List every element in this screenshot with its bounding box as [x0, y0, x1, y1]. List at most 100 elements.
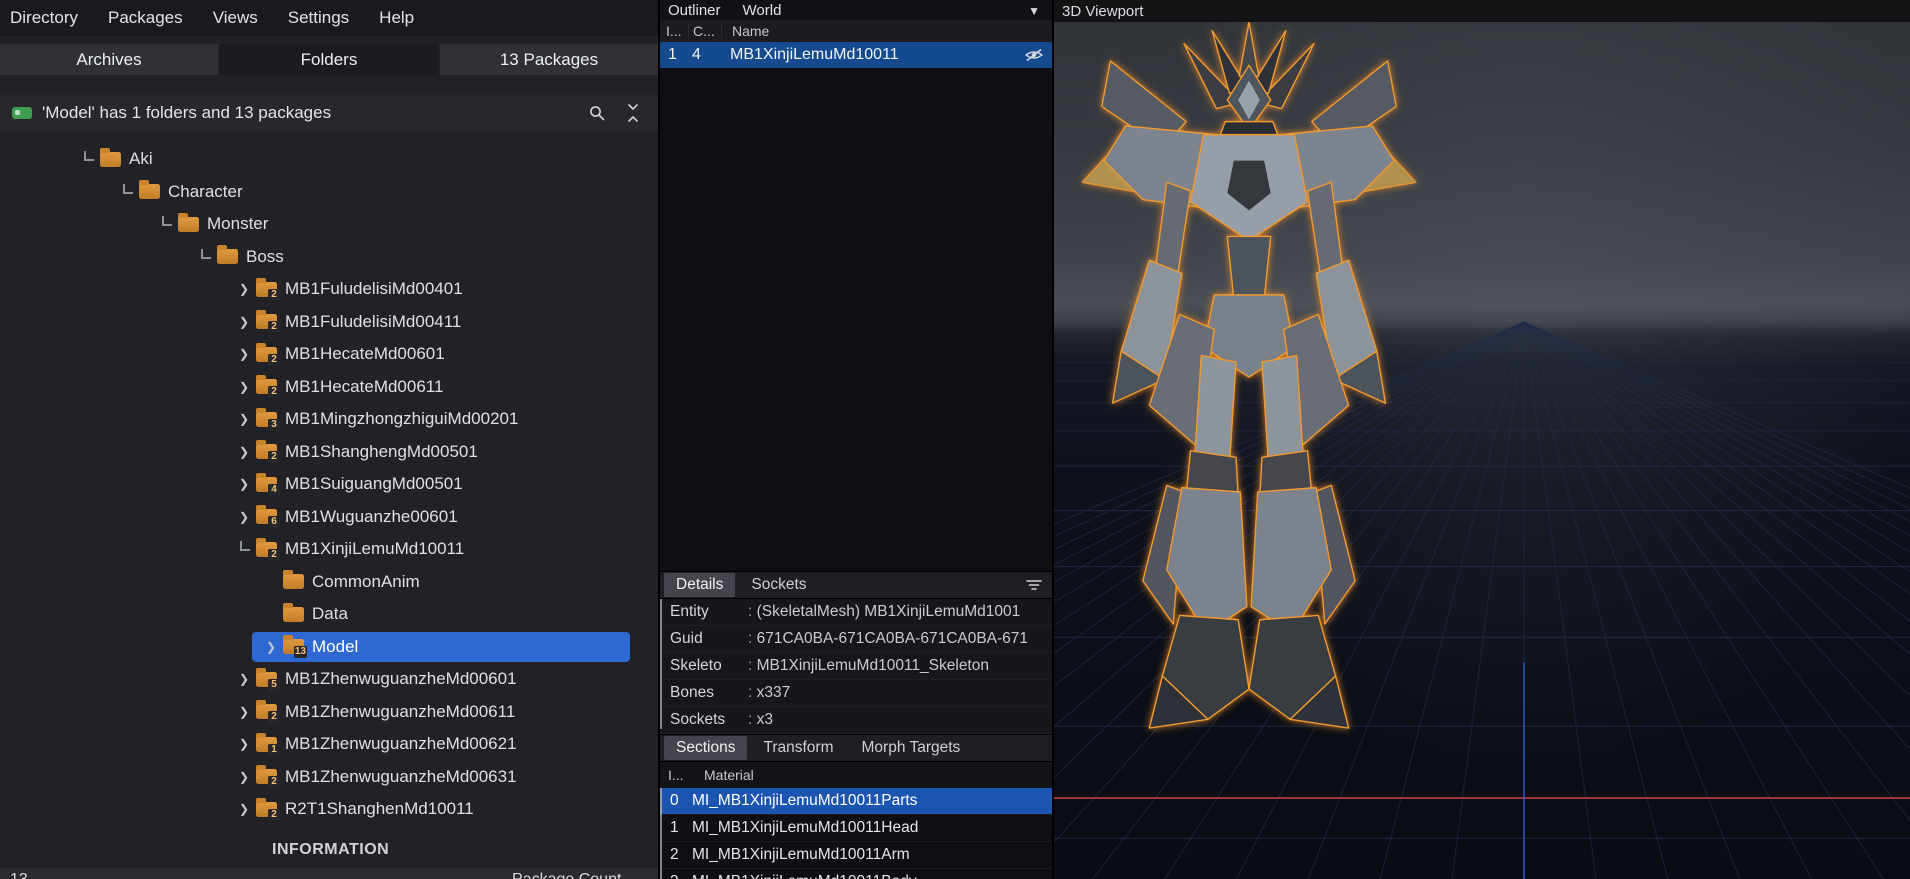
- package-count-label: Package Count: [512, 871, 621, 879]
- folder-icon: [283, 602, 304, 622]
- file-tree-panel: Directory Packages Views Settings Help A…: [0, 0, 660, 879]
- menu-packages[interactable]: Packages: [108, 8, 183, 28]
- folder-icon: [100, 147, 121, 167]
- folder-icon: [139, 180, 160, 200]
- folder-icon: 2: [256, 440, 280, 464]
- tree-item-model-selected[interactable]: 13Model: [0, 631, 658, 664]
- search-icon[interactable]: [584, 100, 610, 126]
- chevron-right-icon: [234, 767, 254, 787]
- material-row-selected[interactable]: 0 MI_MB1XinjiLemuMd10011Parts: [660, 788, 1052, 815]
- chevron-right-icon: [261, 637, 281, 657]
- tree-item-package[interactable]: 2MB1HecateMd00611: [0, 371, 658, 404]
- chevron-right-icon: [234, 312, 254, 332]
- outliner-panel: Outliner World I... C... Name 1 4 MB1Xin…: [660, 0, 1054, 879]
- material-column-header: I... Material: [660, 762, 1052, 789]
- tab-sockets[interactable]: Sockets: [739, 573, 818, 597]
- details-tab-bar: Details Sockets: [660, 571, 1052, 599]
- folder-icon: 2: [256, 765, 280, 789]
- tree-item-aki[interactable]: Aki: [0, 143, 658, 176]
- tree-item-package[interactable]: 2MB1ShanghengMd00501: [0, 436, 658, 469]
- folder-icon: 5: [256, 667, 280, 691]
- folder-tree: Aki Character Monster Boss 2MB1Fuludelis…: [0, 143, 658, 826]
- tree-item-package[interactable]: 2R2T1ShanghenMd10011: [0, 793, 658, 826]
- menu-help[interactable]: Help: [379, 8, 414, 28]
- tab-packages[interactable]: 13 Packages: [440, 44, 658, 75]
- tree-item-package[interactable]: 2MB1ZhenwuguanzheMd00631: [0, 761, 658, 794]
- tab-archives[interactable]: Archives: [0, 44, 218, 75]
- folder-icon: 3: [256, 407, 280, 431]
- folder-icon: [283, 570, 304, 590]
- detail-field-skeleton: SkeletoMB1XinjiLemuMd10011_Skeleton: [660, 653, 1052, 680]
- viewport-title: 3D Viewport: [1062, 2, 1144, 20]
- folder-summary-bar: 'Model' has 1 folders and 13 packages: [0, 95, 658, 131]
- collapse-all-icon[interactable]: [620, 100, 646, 126]
- details-fields: Entity(SkeletalMesh) MB1XinjiLemuMd1001 …: [660, 599, 1052, 734]
- expanded-elbow-icon: [78, 149, 98, 169]
- viewport-panel: 3D Viewport: [1054, 0, 1910, 879]
- tree-item-package[interactable]: 6MB1Wuguanzhe00601: [0, 501, 658, 534]
- chevron-right-icon: [234, 409, 254, 429]
- tree-item-package[interactable]: 3MB1MingzhongzhiguiMd00201: [0, 403, 658, 436]
- chevron-down-icon[interactable]: [1028, 2, 1040, 19]
- tree-item-package[interactable]: 2MB1ZhenwuguanzheMd00611: [0, 696, 658, 729]
- tab-morph-targets[interactable]: Morph Targets: [850, 736, 973, 760]
- tree-item-package[interactable]: 2MB1FuludelisiMd00401: [0, 273, 658, 306]
- details-scrollbar[interactable]: [660, 599, 662, 729]
- menu-settings[interactable]: Settings: [288, 8, 349, 28]
- tree-item-package[interactable]: 4MB1SuiguangMd00501: [0, 468, 658, 501]
- material-row[interactable]: 3MI_MB1XinjiLemuMd10011Body: [660, 869, 1052, 879]
- menu-directory[interactable]: Directory: [10, 8, 78, 28]
- tab-details[interactable]: Details: [664, 573, 736, 597]
- folder-icon: 2: [256, 277, 280, 301]
- folder-icon: 13: [283, 635, 307, 659]
- menu-views[interactable]: Views: [213, 8, 258, 28]
- information-footer-row: 13 Package Count: [0, 868, 658, 879]
- chevron-right-icon: [234, 799, 254, 819]
- folder-icon: 2: [256, 537, 280, 561]
- filter-icon[interactable]: [1026, 579, 1042, 591]
- hidden-eye-icon[interactable]: [1024, 48, 1044, 62]
- tree-item-character[interactable]: Character: [0, 176, 658, 209]
- viewport-canvas[interactable]: [1054, 22, 1910, 879]
- material-row[interactable]: 1 MI_MB1XinjiLemuMd10011Head: [660, 815, 1052, 842]
- chevron-right-icon: [234, 442, 254, 462]
- world-dropdown[interactable]: World: [743, 2, 782, 19]
- outliner-row-selected[interactable]: 1 4 MB1XinjiLemuMd10011: [660, 42, 1052, 68]
- chevron-right-icon: [234, 377, 254, 397]
- chevron-right-icon: [234, 669, 254, 689]
- menu-bar: Directory Packages Views Settings Help: [0, 0, 658, 36]
- folder-icon: 4: [256, 472, 280, 496]
- tab-sections[interactable]: Sections: [664, 736, 748, 760]
- sections-scrollbar[interactable]: [660, 788, 662, 879]
- expanded-elbow-icon: [117, 182, 137, 202]
- tab-folders[interactable]: Folders: [220, 44, 438, 75]
- tree-item-package[interactable]: 1MB1ZhenwuguanzheMd00621: [0, 728, 658, 761]
- tree-item-package[interactable]: 2MB1FuludelisiMd00411: [0, 306, 658, 339]
- skeletal-mesh-model: [1081, 22, 1417, 729]
- tree-item-monster[interactable]: Monster: [0, 208, 658, 241]
- chevron-right-icon: [234, 344, 254, 364]
- folder-icon: 2: [256, 797, 280, 821]
- viewport-tab-bar: 3D Viewport: [1054, 0, 1910, 23]
- material-row[interactable]: 2 MI_MB1XinjiLemuMd10011Arm: [660, 842, 1052, 869]
- tree-item-xinjilemu[interactable]: 2 MB1XinjiLemuMd10011: [0, 533, 658, 566]
- detail-field-sockets: Socketsx3: [660, 707, 1052, 734]
- tree-item-commonanim[interactable]: CommonAnim: [0, 566, 658, 599]
- tree-item-data[interactable]: Data: [0, 598, 658, 631]
- detail-field-guid: Guid671CA0BA-671CA0BA-671CA0BA-671: [660, 626, 1052, 653]
- package-count-value: 13: [10, 871, 28, 879]
- sections-tab-bar: Sections Transform Morph Targets: [660, 734, 1052, 762]
- chevron-right-icon: [234, 474, 254, 494]
- tree-item-boss[interactable]: Boss: [0, 241, 658, 274]
- tree-item-package[interactable]: 2MB1HecateMd00601: [0, 338, 658, 371]
- folder-icon: [217, 245, 238, 265]
- folder-icon: [178, 212, 199, 232]
- tree-item-package[interactable]: 5MB1ZhenwuguanzheMd00601: [0, 663, 658, 696]
- detail-field-entity: Entity(SkeletalMesh) MB1XinjiLemuMd1001: [660, 599, 1052, 626]
- tag-icon: [12, 107, 32, 119]
- folder-summary-text: 'Model' has 1 folders and 13 packages: [42, 103, 332, 122]
- outliner-column-header: I... C... Name: [660, 20, 1052, 43]
- outliner-title: Outliner: [668, 1, 721, 19]
- tab-transform[interactable]: Transform: [751, 736, 845, 760]
- folder-icon: 2: [256, 700, 280, 724]
